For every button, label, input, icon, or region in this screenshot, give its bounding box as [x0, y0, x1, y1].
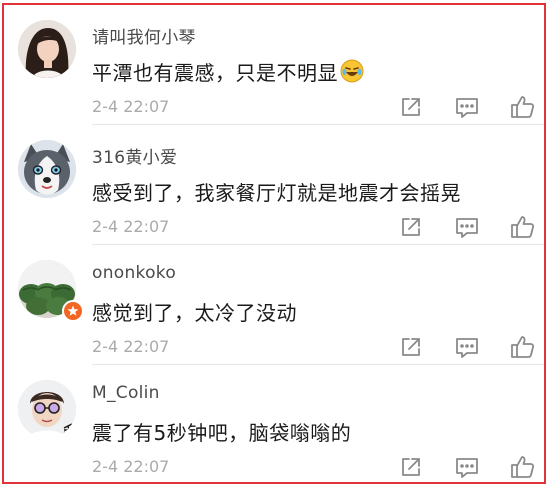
comment-time: 2-4 22:07 [92, 457, 170, 476]
avatar[interactable] [18, 20, 76, 78]
thumbs-up-icon[interactable] [510, 94, 536, 120]
comment-item: M_Colin 震了有5秒钟吧，脑袋嗡嗡的 2-4 22:07 [4, 365, 544, 485]
comment-item: 请叫我何小琴 平潭也有震感，只是不明显 2-4 22:07 [4, 5, 544, 125]
username[interactable]: 316黄小爱 [92, 143, 177, 168]
avatar[interactable] [18, 140, 76, 198]
share-icon[interactable] [398, 334, 424, 360]
verified-badge-icon [62, 300, 84, 322]
avatar[interactable] [18, 380, 76, 438]
comment-item: ononkoko 感觉到了，太冷了没动 2-4 22:07 [4, 245, 544, 365]
comment-text: 感受到了，我家餐厅灯就是地震才会摇晃 [92, 181, 461, 205]
comment-icon[interactable] [454, 454, 480, 480]
share-icon[interactable] [398, 454, 424, 480]
comment-time: 2-4 22:07 [92, 97, 170, 116]
comment-text: 感觉到了，太冷了没动 [92, 301, 297, 325]
comment-time: 2-4 22:07 [92, 337, 170, 356]
share-icon[interactable] [398, 94, 424, 120]
thumbs-up-icon[interactable] [510, 454, 536, 480]
thumbs-up-icon[interactable] [510, 334, 536, 360]
thumbs-up-icon[interactable] [510, 214, 536, 240]
comment-text: 震了有5秒钟吧，脑袋嗡嗡的 [92, 421, 352, 445]
crying-laughing-emoji-icon [340, 59, 364, 88]
username[interactable]: M_Colin [92, 383, 160, 403]
comment-item: 316黄小爱 感受到了，我家餐厅灯就是地震才会摇晃 2-4 22:07 [4, 125, 544, 245]
share-icon[interactable] [398, 214, 424, 240]
comment-icon[interactable] [454, 214, 480, 240]
comment-time: 2-4 22:07 [92, 217, 170, 236]
username[interactable]: ononkoko [92, 263, 176, 283]
username[interactable]: 请叫我何小琴 [92, 23, 196, 48]
comment-icon[interactable] [454, 334, 480, 360]
comment-icon[interactable] [454, 94, 480, 120]
comment-text: 平潭也有震感，只是不明显 [92, 57, 364, 88]
